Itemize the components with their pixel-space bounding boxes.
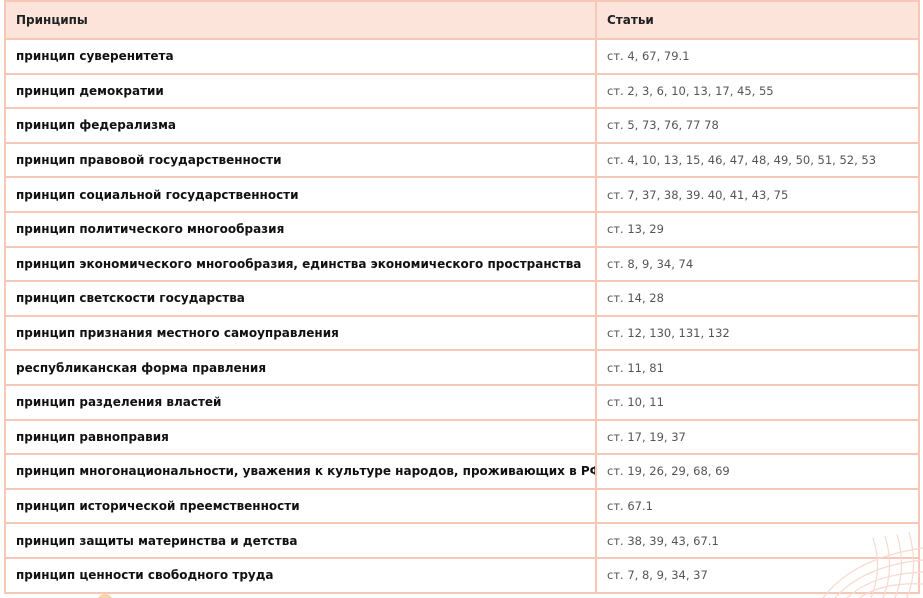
articles-cell: ст. 2, 3, 6, 10, 13, 17, 45, 55 xyxy=(595,72,920,110)
principle-cell: принцип многонациональности, уважения к … xyxy=(4,453,597,490)
principle-cell: принцип защиты материнства и детства xyxy=(4,522,597,559)
table-row: принцип светскости государства ст. 14, 28 xyxy=(4,280,920,317)
principle-cell: принцип федерализма xyxy=(4,107,597,144)
principle-cell: принцип светскости государства xyxy=(4,280,597,317)
articles-cell: ст. 5, 73, 76, 77 78 xyxy=(595,107,920,144)
table-row: принцип суверенитета ст. 4, 67, 79.1 xyxy=(4,38,920,75)
table-row: принцип защиты материнства и детства ст. … xyxy=(4,522,920,559)
table-row: принцип признания местного самоуправлени… xyxy=(4,314,920,352)
principle-cell: республиканская форма правления xyxy=(4,349,597,386)
table-row: принцип правовой государственности ст. 4,… xyxy=(4,141,920,179)
table-row: принцип демократии ст. 2, 3, 6, 10, 13, 1… xyxy=(4,72,920,110)
articles-cell: ст. 67.1 xyxy=(595,487,920,525)
table-row: принцип федерализма ст. 5, 73, 76, 77 78 xyxy=(4,107,920,144)
principle-cell: принцип правовой государственности xyxy=(4,141,597,179)
articles-cell: ст. 13, 29 xyxy=(595,210,920,248)
principle-cell: принцип политического многообразия xyxy=(4,210,597,248)
principle-cell: принцип экономического многообразия, еди… xyxy=(4,245,597,283)
principle-cell: принцип ценности свободного труда xyxy=(4,556,597,594)
principles-table: Принципы Статьи принцип суверенитета ст. … xyxy=(4,0,920,594)
articles-cell: ст. 10, 11 xyxy=(595,383,920,421)
articles-cell: ст. 12, 130, 131, 132 xyxy=(595,314,920,352)
principle-cell: принцип разделения властей xyxy=(4,383,597,421)
table-row: принцип многонациональности, уважения к … xyxy=(4,453,920,490)
principle-cell: принцип суверенитета xyxy=(4,38,597,75)
articles-cell: ст. 7, 37, 38, 39. 40, 41, 43, 75 xyxy=(595,176,920,213)
decorative-dot xyxy=(98,594,112,598)
principle-cell: принцип демократии xyxy=(4,72,597,110)
principle-cell: принцип социальной государственности xyxy=(4,176,597,213)
principle-cell: принцип признания местного самоуправлени… xyxy=(4,314,597,352)
table-row: принцип разделения властей ст. 10, 11 xyxy=(4,383,920,421)
page: Принципы Статьи принцип суверенитета ст. … xyxy=(0,0,923,598)
articles-cell: ст. 4, 67, 79.1 xyxy=(595,38,920,75)
header-principles: Принципы xyxy=(4,0,597,40)
table-row: принцип исторической преемственности ст. … xyxy=(4,487,920,525)
principle-cell: принцип равноправия xyxy=(4,418,597,456)
table-row: принцип социальной государственности ст. … xyxy=(4,176,920,213)
table-row: принцип равноправия ст. 17, 19, 37 xyxy=(4,418,920,456)
articles-cell: ст. 17, 19, 37 xyxy=(595,418,920,456)
table-row: республиканская форма правления ст. 11, 8… xyxy=(4,349,920,386)
table-row: принцип политического многообразия ст. 13… xyxy=(4,210,920,248)
articles-cell: ст. 8, 9, 34, 74 xyxy=(595,245,920,283)
articles-cell: ст. 14, 28 xyxy=(595,280,920,317)
articles-cell: ст. 38, 39, 43, 67.1 xyxy=(595,522,920,559)
table-header-row: Принципы Статьи xyxy=(4,0,920,40)
table-body: принцип суверенитета ст. 4, 67, 79.1 прин… xyxy=(4,38,920,594)
principle-cell: принцип исторической преемственности xyxy=(4,487,597,525)
table-row: принцип экономического многообразия, еди… xyxy=(4,245,920,283)
articles-cell: ст. 11, 81 xyxy=(595,349,920,386)
articles-cell: ст. 4, 10, 13, 15, 46, 47, 48, 49, 50, 5… xyxy=(595,141,920,179)
table-row: принцип ценности свободного труда ст. 7, … xyxy=(4,556,920,594)
articles-cell: ст. 7, 8, 9, 34, 37 xyxy=(595,556,920,594)
articles-cell: ст. 19, 26, 29, 68, 69 xyxy=(595,453,920,490)
header-articles: Статьи xyxy=(595,0,920,40)
